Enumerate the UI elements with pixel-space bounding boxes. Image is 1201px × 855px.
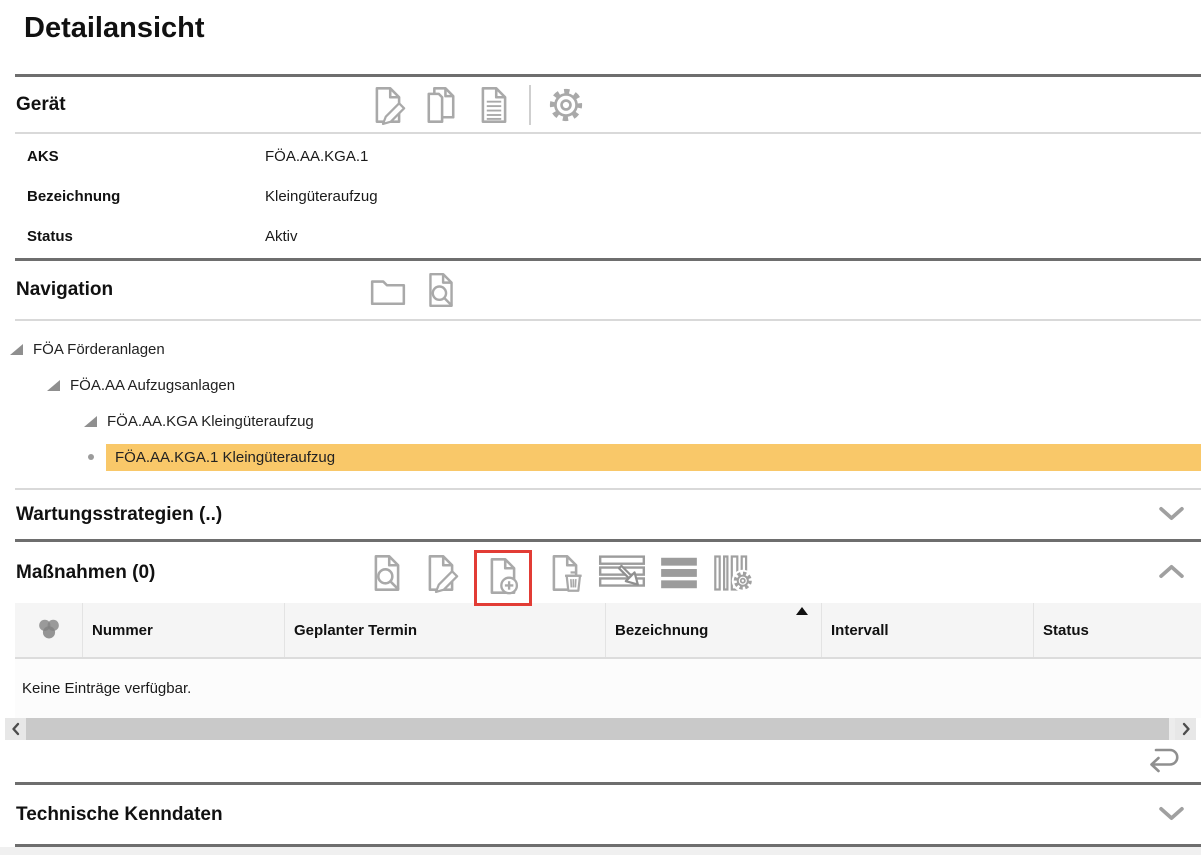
column-header-status-icon[interactable]: [15, 603, 82, 657]
add-measure-button[interactable]: [482, 556, 524, 596]
navigation-tree: FÖA Förderanlagen FÖA.AA Aufzugsanlagen …: [0, 321, 1201, 488]
column-header-bezeichnung[interactable]: Bezeichnung: [605, 603, 821, 657]
document-edit-icon: [368, 85, 408, 125]
column-label: Intervall: [831, 622, 889, 639]
report-device-button[interactable]: [474, 85, 514, 125]
massnahmen-toolbar: [366, 545, 756, 601]
column-label: Bezeichnung: [615, 622, 708, 639]
chevron-up-icon: [1158, 563, 1185, 579]
expand-technische-kenndaten-button[interactable]: [1158, 805, 1185, 824]
field-value: Aktiv: [265, 228, 298, 245]
geraet-fields: AKS FÖA.AA.KGA.1 Bezeichnung Kleingütera…: [0, 134, 1201, 258]
section-technische-kenndaten-title: Technische Kenndaten: [16, 804, 223, 826]
section-wartungsstrategien-header: Wartungsstrategien (..): [0, 490, 1201, 539]
field-row-status: Status Aktiv: [0, 216, 1201, 256]
tree-node[interactable]: FÖA.AA Aufzugsanlagen: [0, 367, 1201, 403]
table-footer: [0, 740, 1201, 782]
select-rows-button[interactable]: [598, 553, 646, 593]
section-technische-kenndaten-header: Technische Kenndaten: [0, 785, 1201, 844]
edit-device-button[interactable]: [368, 85, 408, 125]
document-copy-icon: [421, 85, 461, 125]
scroll-left-button[interactable]: [5, 718, 26, 740]
barcode-settings-button[interactable]: [712, 553, 756, 593]
device-settings-button[interactable]: [546, 85, 586, 125]
field-row-bezeichnung: Bezeichnung Kleingüteraufzug: [0, 176, 1201, 216]
rows-cursor-icon: [598, 553, 646, 593]
view-measure-button[interactable]: [366, 553, 408, 593]
delete-measure-button[interactable]: [544, 553, 586, 593]
chevron-down-icon: [1158, 805, 1185, 821]
scroll-right-icon: [1181, 722, 1191, 736]
field-value: Kleingüteraufzug: [265, 188, 378, 205]
tree-node-label: FÖA Förderanlagen: [33, 341, 165, 358]
highlighted-action-box: [474, 550, 532, 606]
document-search-icon: [366, 553, 408, 593]
return-arrow-icon: [1141, 743, 1185, 775]
tree-expander-icon[interactable]: [10, 344, 23, 355]
column-header-intervall[interactable]: Intervall: [821, 603, 1033, 657]
section-geraet-header: Gerät: [0, 77, 1201, 132]
toolbar-separator: [529, 85, 531, 125]
barcode-settings-icon: [712, 553, 756, 593]
document-search-icon: [421, 271, 461, 309]
document-add-icon: [482, 556, 524, 596]
massnahmen-table-header: Nummer Geplanter Termin Bezeichnung Inte…: [15, 603, 1201, 659]
field-label: Status: [27, 228, 265, 245]
tree-leaf-bullet-icon: [88, 454, 94, 460]
column-label: Nummer: [92, 622, 153, 639]
list-view-button[interactable]: [658, 553, 700, 593]
tree-expander-icon[interactable]: [84, 416, 97, 427]
section-massnahmen-title: Maßnahmen (0): [16, 562, 155, 584]
status-circles-icon: [34, 616, 64, 644]
geraet-toolbar: [368, 85, 586, 125]
section-wartungsstrategien-title: Wartungsstrategien (..): [16, 504, 222, 526]
page-title: Detailansicht: [0, 0, 1201, 74]
document-edit-icon: [420, 553, 462, 593]
horizontal-scrollbar[interactable]: [5, 718, 1196, 740]
tree-node-label: FÖA.AA.KGA Kleingüteraufzug: [107, 413, 314, 430]
sort-ascending-icon: [796, 607, 808, 615]
settings-gear-icon: [546, 85, 586, 125]
return-button[interactable]: [1141, 743, 1185, 775]
tree-node-selected[interactable]: FÖA.AA.KGA.1 Kleingüteraufzug: [0, 439, 1201, 475]
tree-node-label: FÖA.AA.KGA.1 Kleingüteraufzug: [106, 444, 1201, 471]
section-massnahmen-header: Maßnahmen (0): [0, 542, 1201, 603]
search-structure-button[interactable]: [421, 271, 461, 309]
copy-device-button[interactable]: [421, 85, 461, 125]
chevron-down-icon: [1158, 505, 1185, 521]
list-bars-icon: [658, 553, 700, 593]
field-label: Bezeichnung: [27, 188, 265, 205]
field-label: AKS: [27, 148, 265, 165]
scrollbar-thumb[interactable]: [26, 718, 1169, 740]
section-geraet-title: Gerät: [16, 94, 66, 116]
expand-wartungsstrategien-button[interactable]: [1158, 505, 1185, 524]
page-background-strip: [0, 847, 1201, 855]
section-navigation-header: Navigation: [0, 261, 1201, 319]
edit-measure-button[interactable]: [420, 553, 462, 593]
scroll-right-button[interactable]: [1175, 718, 1196, 740]
tree-node-label: FÖA.AA Aufzugsanlagen: [70, 377, 235, 394]
scroll-left-icon: [11, 722, 21, 736]
document-delete-icon: [544, 553, 586, 593]
field-row-aks: AKS FÖA.AA.KGA.1: [0, 136, 1201, 176]
folder-icon: [368, 271, 408, 309]
field-value: FÖA.AA.KGA.1: [265, 148, 368, 165]
document-report-icon: [474, 85, 514, 125]
column-header-status[interactable]: Status: [1033, 603, 1201, 657]
navigation-toolbar: [368, 271, 461, 309]
tree-expander-icon[interactable]: [47, 380, 60, 391]
table-empty-message: Keine Einträge verfügbar.: [15, 659, 1201, 718]
empty-message-text: Keine Einträge verfügbar.: [22, 680, 191, 697]
column-header-nummer[interactable]: Nummer: [82, 603, 284, 657]
column-header-geplanter-termin[interactable]: Geplanter Termin: [284, 603, 605, 657]
tree-node[interactable]: FÖA.AA.KGA Kleingüteraufzug: [0, 403, 1201, 439]
tree-node[interactable]: FÖA Förderanlagen: [0, 331, 1201, 367]
collapse-massnahmen-button[interactable]: [1158, 563, 1185, 582]
column-label: Geplanter Termin: [294, 622, 417, 639]
section-navigation-title: Navigation: [16, 279, 113, 301]
column-label: Status: [1043, 622, 1089, 639]
open-folder-button[interactable]: [368, 271, 408, 309]
